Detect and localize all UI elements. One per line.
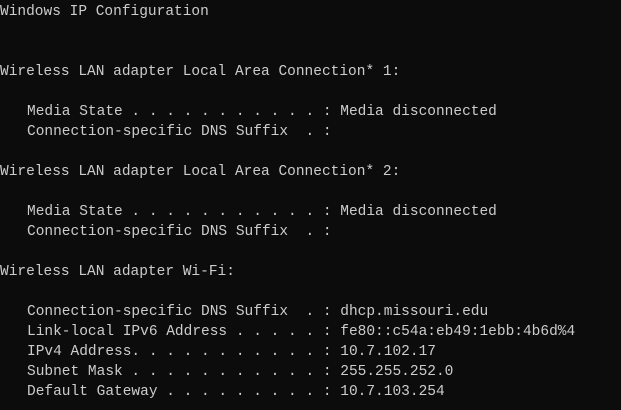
ipv4-address-row: IPv4 Address. . . . . . . . . . . : 10.7… (27, 344, 436, 360)
ipv6-address-row: Link-local IPv6 Address . . . . . : fe80… (27, 324, 576, 340)
media-state-row: Media State . . . . . . . . . . . : Medi… (27, 104, 497, 120)
dns-suffix-row: Connection-specific DNS Suffix . : dhcp.… (27, 304, 489, 320)
adapter-header-local-area-connection-2: Wireless LAN adapter Local Area Connecti… (0, 164, 401, 180)
default-gateway-row: Default Gateway . . . . . . . . . : 10.7… (27, 384, 445, 400)
adapter-header-wifi: Wireless LAN adapter Wi-Fi: (0, 264, 235, 280)
ipconfig-title: Windows IP Configuration (0, 4, 209, 20)
dns-suffix-row: Connection-specific DNS Suffix . : (27, 124, 332, 140)
dns-suffix-row: Connection-specific DNS Suffix . : (27, 224, 332, 240)
adapter-header-local-area-connection-1: Wireless LAN adapter Local Area Connecti… (0, 64, 401, 80)
subnet-mask-row: Subnet Mask . . . . . . . . . . . : 255.… (27, 364, 454, 380)
media-state-row: Media State . . . . . . . . . . . : Medi… (27, 204, 497, 220)
command-prompt-output[interactable]: Windows IP Configuration Wireless LAN ad… (0, 0, 621, 410)
